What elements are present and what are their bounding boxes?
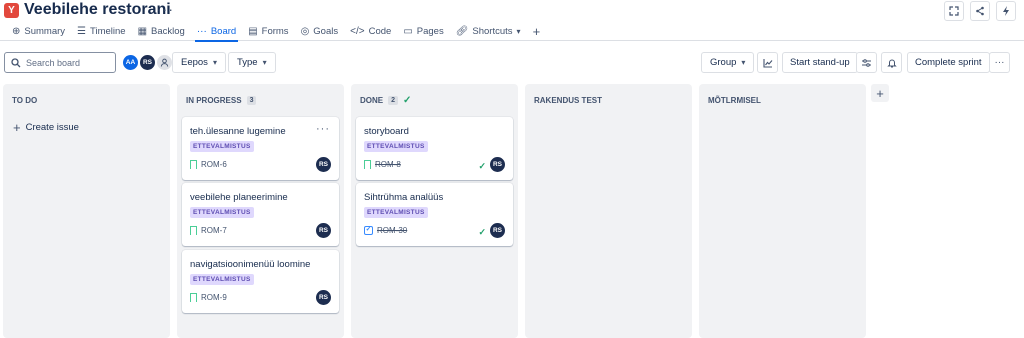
done-check-icon: ✓ [478, 161, 486, 171]
project-title: Veebilehe restorani [24, 1, 171, 18]
column-title: RAKENDUS TEST [534, 95, 603, 105]
epic-label: ETTEVALMISTUS [364, 141, 428, 152]
create-issue-button[interactable]: + Create issue [13, 121, 79, 134]
assignee-avatar[interactable]: RS [316, 290, 331, 305]
tab-board[interactable]: ··· Board [191, 22, 242, 42]
tab-forms[interactable]: ▤ Forms [242, 22, 294, 41]
search-box[interactable] [4, 52, 116, 73]
avatar-filter: AA RS [123, 55, 172, 70]
tab-code[interactable]: </> Code [344, 22, 397, 41]
forms-icon: ▤ [248, 25, 258, 37]
issue-card[interactable]: veebilehe planeerimine ETTEVALMISTUS ROM… [182, 183, 339, 246]
epic-label: ETTEVALMISTUS [190, 207, 254, 218]
view-settings-icon[interactable] [856, 52, 877, 73]
epic-label: ETTEVALMISTUS [364, 207, 428, 218]
unassigned-user-icon[interactable] [157, 55, 172, 70]
issue-count-badge: 2 [388, 95, 399, 105]
add-tab-icon[interactable]: + [527, 24, 547, 39]
issue-key[interactable]: ROM-30 [377, 226, 407, 235]
tab-timeline[interactable]: ☰ Timeline [71, 22, 132, 41]
project-header: Y Veebilehe restorani ··· [0, 0, 1024, 22]
issue-key[interactable]: ROM-6 [201, 160, 227, 169]
pages-icon: ▭ [403, 25, 413, 37]
expand-icon[interactable] [944, 1, 964, 21]
card-title: navigatsioonimenüü loomine [190, 259, 311, 270]
column-todo: TO DO + Create issue [3, 84, 170, 338]
chevron-down-icon: ▾ [262, 58, 267, 67]
column-title: TO DO [12, 95, 38, 105]
epic-label: ETTEVALMISTUS [190, 141, 254, 152]
issue-card[interactable]: navigatsioonimenüü loomine ETTEVALMISTUS… [182, 250, 339, 313]
assignee-avatar[interactable]: RS [490, 223, 505, 238]
timeline-icon: ☰ [77, 25, 87, 37]
group-dropdown[interactable]: Group ▾ [701, 52, 755, 73]
tab-goals[interactable]: ◎ Goals [295, 22, 345, 41]
code-icon: </> [350, 25, 365, 37]
epic-label: ETTEVALMISTUS [190, 274, 254, 285]
issue-count-badge: 3 [246, 95, 257, 105]
story-icon [190, 160, 197, 170]
notifications-bell-icon[interactable] [881, 52, 902, 73]
column-done: DONE 2 ✓ storyboard ETTEVALMISTUS ROM-8 … [351, 84, 518, 338]
type-filter-dropdown[interactable]: Type ▾ [228, 52, 276, 73]
project-nav: ⊕ Summary ☰ Timeline ▦ Backlog ··· Board ▤ Fo… [0, 22, 1024, 42]
task-checkbox-icon: ✓ [364, 226, 373, 235]
avatar[interactable]: RS [140, 55, 155, 70]
tab-pages[interactable]: ▭ Pages [397, 22, 449, 41]
done-check-icon: ✓ [403, 94, 412, 106]
column-in-progress: IN PROGRESS 3 teh.ülesanne lugemine ··· … [177, 84, 344, 338]
tab-shortcuts[interactable]: 🔗︎ Shortcuts ▾ [450, 22, 527, 41]
board-toolbar: AA RS Eepos▾ Type▾ Group▾ Start stand-up… [0, 52, 1024, 74]
backlog-icon: ▦ [137, 25, 148, 37]
story-icon [190, 226, 197, 236]
card-title: teh.ülesanne lugemine [190, 126, 286, 137]
column-title: DONE [360, 95, 384, 105]
automation-lightning-icon[interactable] [996, 1, 1016, 21]
issue-card[interactable]: storyboard ETTEVALMISTUS ROM-8 ✓ RS [356, 117, 513, 180]
add-column-button[interactable]: + [871, 84, 889, 102]
story-icon [364, 160, 371, 170]
card-title: Sihtrühma analüüs [364, 192, 444, 203]
project-more-icon[interactable]: ··· [157, 1, 174, 17]
plus-icon: + [13, 120, 21, 135]
tab-summary[interactable]: ⊕ Summary [6, 22, 71, 41]
link-icon: 🔗︎ [455, 25, 469, 37]
column-title: MÕTLRMISEL [708, 95, 761, 105]
share-icon[interactable] [970, 1, 990, 21]
card-title: veebilehe planeerimine [190, 192, 288, 203]
search-icon [11, 57, 21, 67]
globe-icon: ⊕ [12, 25, 21, 37]
tab-backlog[interactable]: ▦ Backlog [132, 22, 191, 41]
issue-key[interactable]: ROM-7 [201, 226, 227, 235]
column-motlrmisel: MÕTLRMISEL [699, 84, 866, 338]
issue-key[interactable]: ROM-9 [201, 293, 227, 302]
card-more-icon[interactable]: ··· [316, 123, 330, 135]
column-title: IN PROGRESS [186, 95, 242, 105]
goals-icon: ◎ [300, 25, 310, 37]
chevron-down-icon: ▾ [516, 26, 521, 36]
insights-chart-icon[interactable] [757, 52, 778, 73]
board-icon: ··· [196, 25, 207, 37]
chevron-down-icon: ▾ [741, 58, 746, 67]
assignee-avatar[interactable]: RS [316, 157, 331, 172]
card-title: storyboard [364, 126, 409, 137]
issue-card[interactable]: teh.ülesanne lugemine ··· ETTEVALMISTUS … [182, 117, 339, 180]
assignee-avatar[interactable]: RS [316, 223, 331, 238]
issue-key[interactable]: ROM-8 [375, 160, 401, 169]
chevron-down-icon: ▾ [212, 58, 217, 67]
search-input[interactable] [26, 57, 106, 68]
start-standup-button[interactable]: Start stand-up [782, 52, 858, 73]
board: TO DO + Create issue IN PROGRESS 3 teh.ü… [0, 84, 1024, 338]
avatar[interactable]: AA [123, 55, 138, 70]
column-rakendus-test: RAKENDUS TEST [525, 84, 692, 338]
done-check-icon: ✓ [478, 227, 486, 237]
project-icon: Y [4, 3, 19, 18]
assignee-avatar[interactable]: RS [490, 157, 505, 172]
epic-filter-dropdown[interactable]: Eepos ▾ [172, 52, 226, 73]
more-actions-icon[interactable]: ··· [989, 52, 1010, 73]
story-icon [190, 293, 197, 303]
complete-sprint-button[interactable]: Complete sprint [907, 52, 990, 73]
issue-card[interactable]: Sihtrühma analüüs ETTEVALMISTUS ✓ ROM-30… [356, 183, 513, 246]
